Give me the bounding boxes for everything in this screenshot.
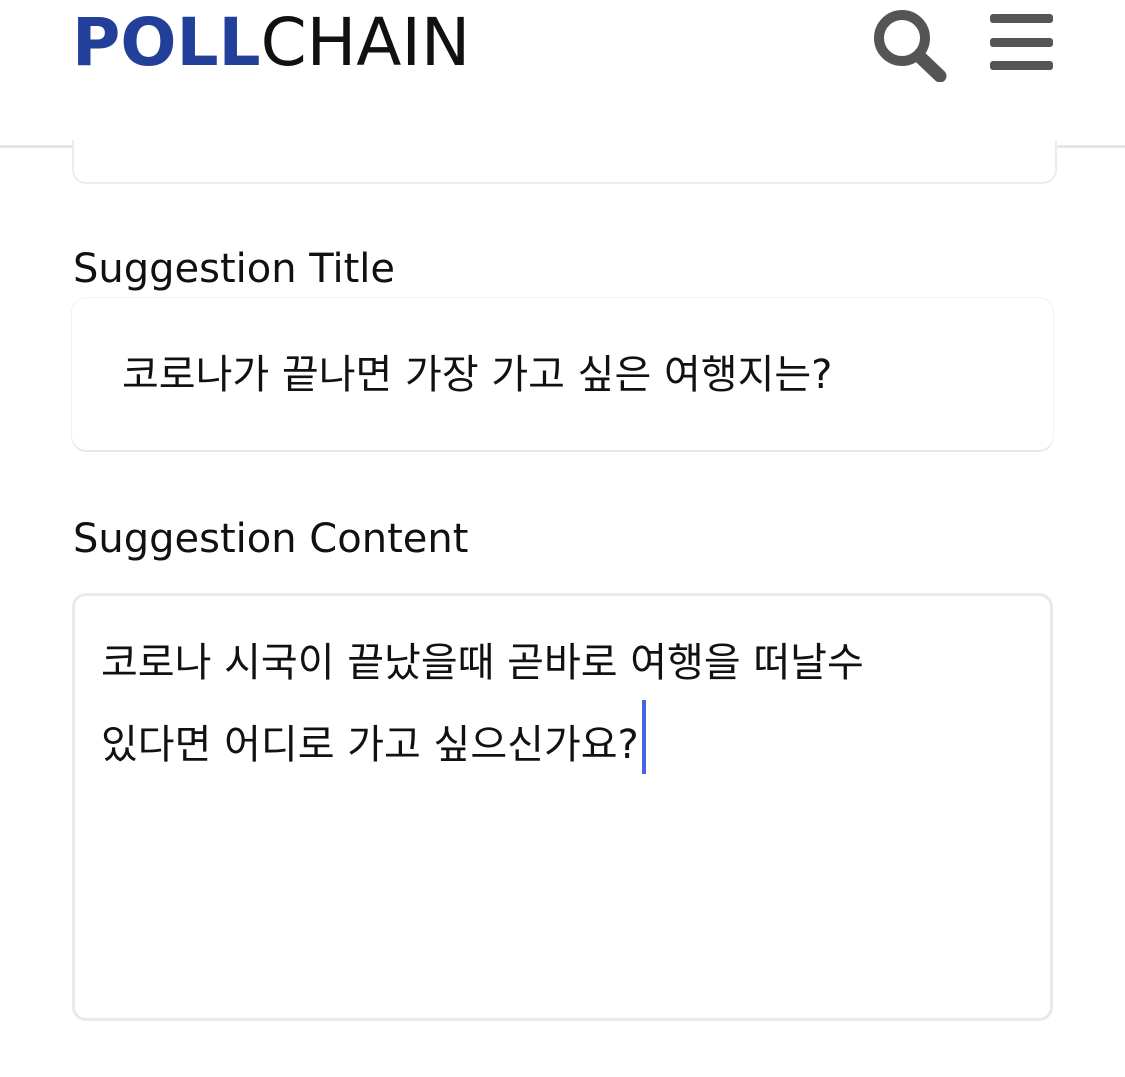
suggestion-title-label: Suggestion Title: [73, 246, 396, 292]
suggestion-content-label: Suggestion Content: [73, 516, 469, 562]
logo-text-bold: POLL: [72, 4, 261, 81]
logo-text-light: CHAIN: [260, 4, 471, 81]
content-line-1: 코로나 시국이 끝났을때 곧바로 여행을 떠날수: [101, 640, 864, 686]
suggestion-title-value: 코로나가 끝나면 가장 가고 싶은 여행지는?: [122, 352, 833, 398]
pollchain-logo[interactable]: POLLCHAIN: [72, 8, 470, 78]
text-caret: [641, 700, 646, 774]
suggestion-content-value: 코로나 시국이 끝났을때 곧바로 여행을 떠날수 있다면 어디로 가고 싶으신가…: [101, 626, 1001, 782]
hamburger-menu-icon: [990, 14, 1053, 70]
search-icon: [874, 10, 947, 83]
content-line-2: 있다면 어디로 가고 싶으신가요?: [101, 722, 639, 768]
suggestion-content-textarea[interactable]: 코로나 시국이 끝났을때 곧바로 여행을 떠날수 있다면 어디로 가고 싶으신가…: [72, 593, 1053, 1021]
previous-field-partial[interactable]: [72, 140, 1057, 184]
suggestion-title-input[interactable]: 코로나가 끝나면 가장 가고 싶은 여행지는?: [72, 298, 1053, 450]
search-button[interactable]: [868, 0, 950, 83]
content-line-2-wrapper: 있다면 어디로 가고 싶으신가요?: [101, 700, 1001, 782]
app-header: POLLCHAIN: [0, 0, 1125, 148]
menu-button[interactable]: [986, 10, 1056, 74]
